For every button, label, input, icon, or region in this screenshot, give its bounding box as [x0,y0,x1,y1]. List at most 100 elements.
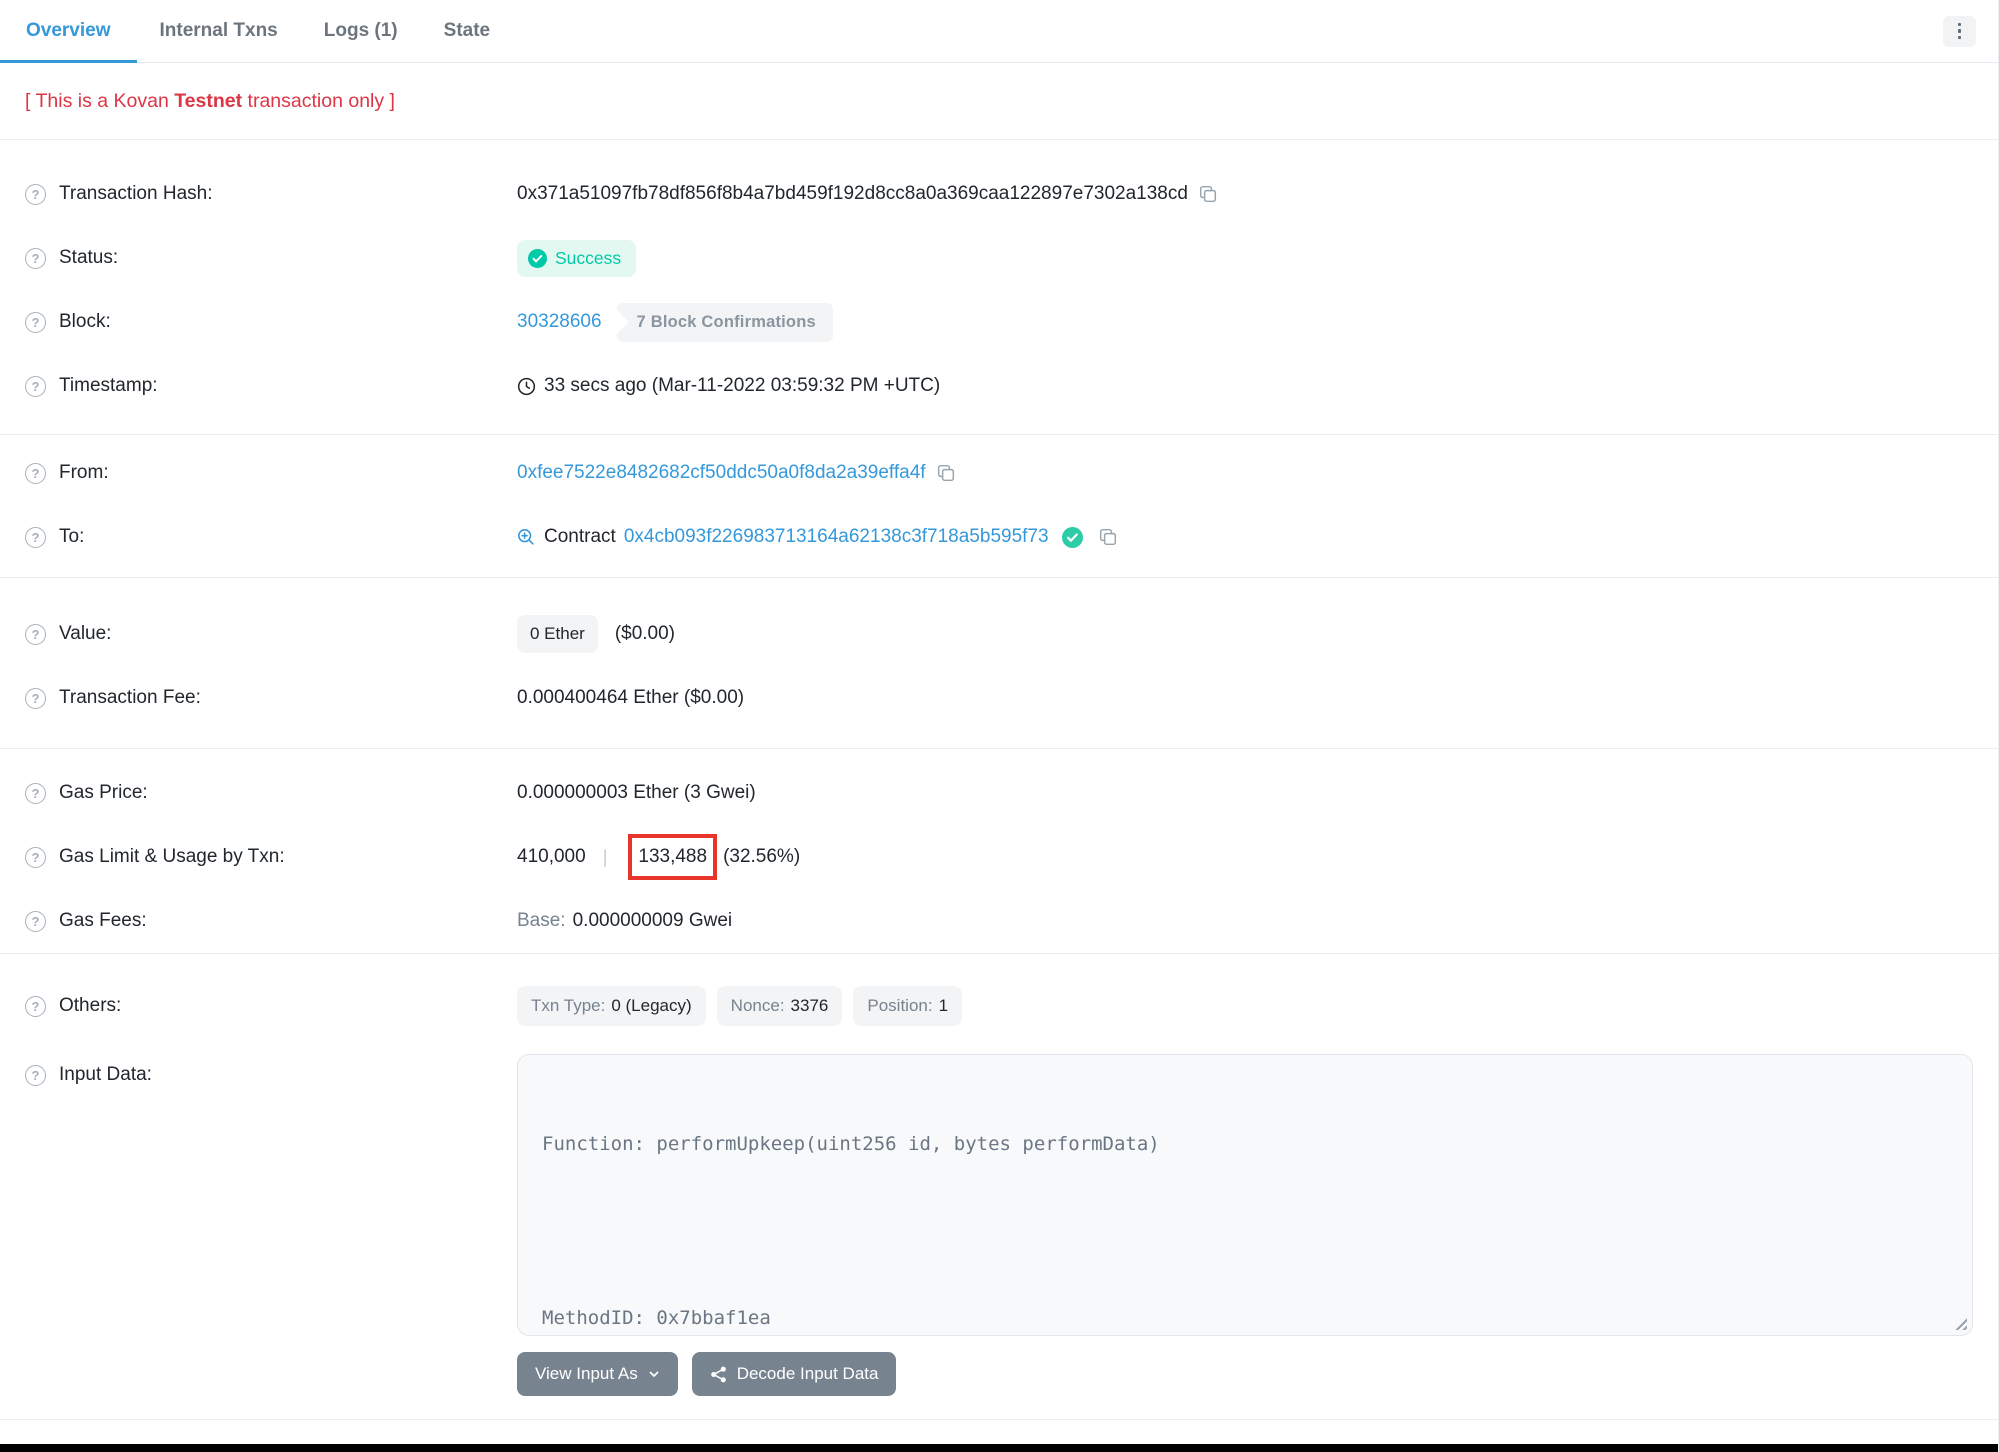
timestamp-value: 33 secs ago (Mar-11-2022 03:59:32 PM +UT… [544,375,941,396]
input-data-label: Input Data: [59,1064,152,1085]
tab-internal-txns-label: Internal Txns [159,20,278,41]
gas-limit-value: 410,000 [517,846,586,867]
to-contract-word: Contract [544,526,616,547]
bottom-bar [0,1444,1998,1452]
transaction-fee-label: Transaction Fee: [59,687,201,708]
row-gas-limit-usage: ? Gas Limit & Usage by Txn: 410,000 | 13… [0,825,1998,889]
tab-overview[interactable]: Overview [0,0,137,63]
gas-fees-base-value: 0.000000009 Gwei [572,910,733,931]
gas-fees-label: Gas Fees: [59,910,147,931]
row-transaction-fee: ? Transaction Fee: 0.000400464 Ether ($0… [0,666,1998,730]
copy-icon[interactable] [1199,185,1217,203]
row-transaction-hash: ? Transaction Hash: 0x371a51097fb78df856… [0,162,1998,226]
to-label: To: [59,526,85,547]
row-input-buttons: View Input As Decode Input Data [0,1352,1998,1396]
gas-limit-separator: | [602,846,608,867]
copy-icon[interactable] [1099,528,1117,546]
status-label: Status: [59,247,119,268]
chevron-down-icon [649,1371,659,1377]
help-icon[interactable]: ? [25,623,46,645]
decode-icon [710,1366,726,1382]
input-methodid-line: MethodID: 0x7bbaf1ea [542,1307,771,1329]
group-value-fee: ? Value: 0 Ether ($0.00) ? Transaction F… [0,578,1998,749]
input-blank-line [542,1217,1948,1246]
gas-used-percent: (32.56%) [723,846,801,867]
gas-price-value: 0.000000003 Ether (3 Gwei) [517,782,756,803]
tab-overview-label: Overview [26,20,111,41]
help-icon[interactable]: ? [25,183,46,205]
row-gas-price: ? Gas Price: 0.000000003 Ether (3 Gwei) [0,761,1998,825]
txn-type-value: 0 (Legacy) [611,996,692,1015]
input-data-textarea[interactable]: Function: performUpkeep(uint256 id, byte… [517,1054,1973,1336]
status-badge-text: Success [555,247,622,268]
txn-type-label: Txn Type: [531,996,606,1015]
tab-logs[interactable]: Logs (1) [301,0,421,62]
gas-price-label: Gas Price: [59,782,148,803]
testnet-notice-prefix: [ This is a Kovan [25,90,175,112]
resize-handle[interactable] [1952,1315,1967,1330]
clock-icon [517,377,536,395]
gas-fees-base-label: Base: [517,910,566,931]
from-label: From: [59,462,109,483]
block-confirmations-badge: 7 Block Confirmations [616,302,833,342]
transaction-hash-label-wrap: ? Transaction Hash: [25,183,517,205]
ether-value-text: 0 Ether [530,624,585,643]
group-others-input: ? Others: Txn Type: 0 (Legacy) Nonce: 33… [0,954,1998,1420]
help-icon[interactable]: ? [25,526,46,548]
decode-input-data-button[interactable]: Decode Input Data [691,1352,897,1396]
position-badge: Position: 1 [853,986,963,1026]
row-input-data: ? Input Data: Function: performUpkeep(ui… [0,1038,1998,1336]
help-icon[interactable]: ? [25,247,46,269]
position-label: Position: [867,996,933,1015]
help-icon[interactable]: ? [25,846,46,868]
tab-state[interactable]: State [421,0,513,62]
transaction-hash-label: Transaction Hash: [59,183,213,204]
to-address-link[interactable]: 0x4cb093f226983713164a62138c3f718a5b595f… [624,526,1049,548]
nonce-label: Nonce: [730,996,785,1015]
status-badge: Success [517,239,637,277]
verified-check-icon [1061,526,1083,548]
testnet-notice-suffix: transaction only ] [242,90,395,112]
help-icon[interactable]: ? [25,782,46,804]
help-icon[interactable]: ? [25,462,46,484]
transaction-fee-value: 0.000400464 Ether ($0.00) [517,687,745,708]
zoom-in-icon[interactable] [517,528,535,546]
copy-icon[interactable] [937,464,955,482]
tab-bar: Overview Internal Txns Logs (1) State [0,0,1998,63]
gas-used-value: 133,488 [638,846,708,867]
gas-limit-label: Gas Limit & Usage by Txn: [59,846,285,867]
decode-input-data-label: Decode Input Data [736,1364,879,1383]
tab-internal-txns[interactable]: Internal Txns [137,0,301,62]
row-to: ? To: Contract 0x4cb093f226983713164a621… [0,505,1998,569]
group-overview-top: ? Transaction Hash: 0x371a51097fb78df856… [0,140,1998,435]
transaction-detail-page: Overview Internal Txns Logs (1) State [ … [0,0,1999,1452]
position-value: 1 [938,996,949,1015]
from-address-link[interactable]: 0xfee7522e8482682cf50ddc50a0f8da2a39effa… [517,462,926,484]
help-icon[interactable]: ? [25,910,46,932]
row-status: ? Status: Success [0,226,1998,290]
nonce-value: 3376 [790,996,829,1015]
row-others: ? Others: Txn Type: 0 (Legacy) Nonce: 33… [0,974,1998,1038]
tab-state-label: State [443,20,491,41]
testnet-notice: [ This is a Kovan Testnet transaction on… [0,63,1998,140]
view-input-as-button[interactable]: View Input As [517,1352,678,1396]
others-label: Others: [59,995,122,1016]
kebab-menu-icon[interactable] [1943,15,1976,47]
nonce-badge: Nonce: 3376 [716,986,843,1026]
help-icon[interactable]: ? [25,687,46,709]
value-usd: ($0.00) [614,623,676,644]
timestamp-label: Timestamp: [59,375,158,396]
row-block: ? Block: 30328606 7 Block Confirmations [0,290,1998,354]
help-icon[interactable]: ? [25,1064,46,1086]
block-number-link[interactable]: 30328606 [517,311,602,333]
check-circle-icon [528,248,547,268]
row-timestamp: ? Timestamp: 33 secs ago (Mar-11-2022 03… [0,354,1998,418]
testnet-notice-bold: Testnet [174,90,243,112]
tab-logs-label: Logs (1) [323,20,398,41]
group-gas: ? Gas Price: 0.000000003 Ether (3 Gwei) … [0,749,1998,954]
annotation-red-box: 133,488 [628,834,718,880]
help-icon[interactable]: ? [25,995,46,1017]
help-icon[interactable]: ? [25,375,46,397]
ether-value-badge: 0 Ether [517,615,598,653]
help-icon[interactable]: ? [25,311,46,333]
